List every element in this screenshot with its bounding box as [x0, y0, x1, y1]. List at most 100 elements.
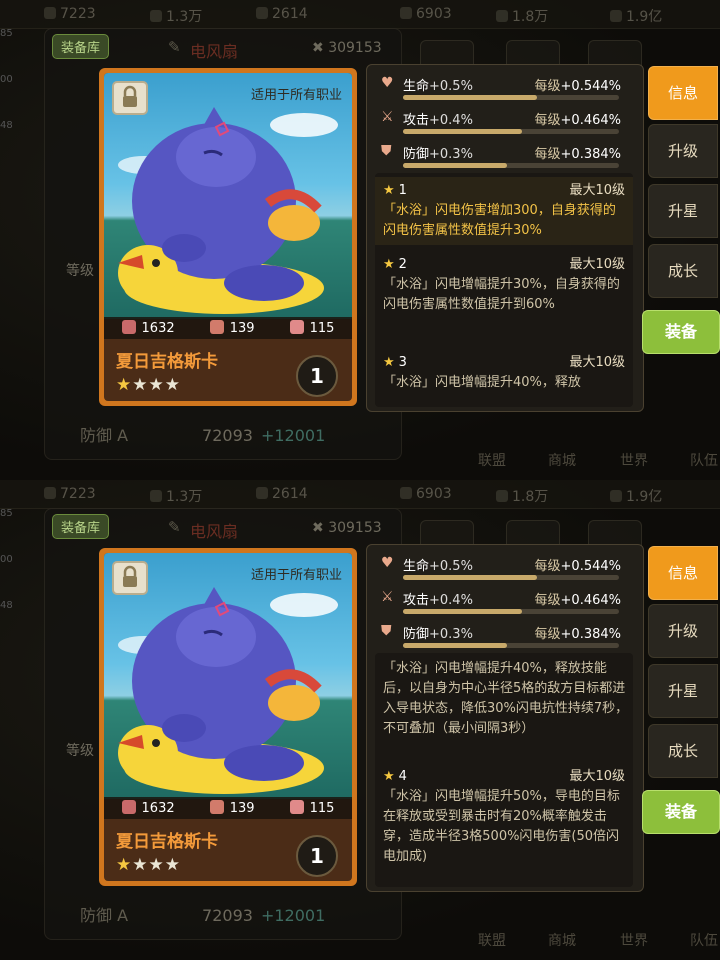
resource-icon: [150, 10, 162, 22]
level-label: 等级: [66, 263, 94, 279]
gem-icon: [256, 487, 268, 499]
defense-label: 防御 A: [80, 426, 129, 445]
resource-3: 2614: [256, 6, 308, 22]
tab-info[interactable]: 信息: [648, 546, 718, 600]
resource-icon: [400, 7, 412, 19]
heart-icon: [121, 320, 136, 334]
tab-upgrade[interactable]: 升级: [648, 604, 718, 658]
hero-card: 适用于所有职业 1632 139 115 夏日吉格斯卡 ★★★★ 1: [99, 68, 357, 406]
level-label: 等级: [66, 743, 94, 759]
bottom-tab[interactable]: 队伍: [690, 450, 718, 470]
heart-icon: ♥: [381, 75, 394, 91]
equipment-library-button[interactable]: 装备库: [52, 514, 110, 539]
card-inner: 适用于所有职业 1632 139 115 夏日吉格斯卡 ★★★★ 1: [104, 553, 352, 881]
stat-name: 生命+0.5%: [403, 555, 473, 574]
resource-bar: 7223 1.3万 2614 6903 1.8万 1.9亿: [0, 480, 720, 509]
tab-info[interactable]: 信息: [648, 66, 718, 120]
bottom-tab[interactable]: 商城: [548, 450, 576, 470]
power-value: ✖ 309153: [312, 40, 382, 56]
lock-icon[interactable]: [112, 81, 148, 115]
resource-value: 1.3万: [166, 489, 203, 505]
stat-value: +0.4%: [429, 593, 473, 608]
resource-1: 7223: [44, 6, 96, 22]
bottom-tab[interactable]: 世界: [620, 450, 648, 470]
stat-name: 攻击+0.4%: [403, 109, 473, 128]
shield-icon: ⛊: [381, 623, 392, 639]
skill-text: 「水浴」闪电增幅提升40%，释放: [383, 375, 581, 390]
side-number: 00: [0, 554, 13, 565]
star-icon: ★: [116, 855, 133, 875]
skill-item: ★ 4 最大10级 「水浴」闪电增幅提升50%，导电的目标在释放或受到暴击时有20%…: [375, 763, 633, 871]
skill-max: 最大10级: [569, 355, 625, 370]
card-atk-value: 139: [229, 801, 255, 816]
tab-star-up[interactable]: 升星: [648, 184, 718, 238]
equip-button[interactable]: 装备: [642, 310, 720, 354]
skill-max: 最大10级: [569, 769, 625, 784]
resource-4: 6903: [400, 486, 452, 502]
skill-max: 最大10级: [569, 257, 625, 272]
skill-star-level: ★ 1: [383, 181, 407, 201]
per-level-label: 每级: [534, 79, 561, 94]
sword-icon: ⚔: [381, 109, 394, 125]
stat-bar: [403, 643, 619, 648]
resource-5: 1.8万: [496, 6, 548, 26]
stat-label: 攻击: [403, 113, 430, 128]
stat-bar: [403, 163, 619, 168]
resource-icon: [150, 490, 162, 502]
stat-per-level: 每级+0.544%: [535, 75, 621, 94]
card-stat-strip: 1632 139 115: [104, 797, 352, 819]
stat-value: +0.5%: [429, 79, 473, 94]
equipment-library-button[interactable]: 装备库: [52, 34, 110, 59]
equip-button[interactable]: 装备: [642, 790, 720, 834]
stat-label: 生命: [403, 559, 430, 574]
card-detail-panel: ♥ 生命+0.5% 每级+0.544% ⚔ 攻击+0.4% 每级+0.464% …: [366, 544, 644, 892]
stat-bar-fill: [403, 609, 522, 614]
card-art: 适用于所有职业: [104, 553, 352, 799]
tab-growth[interactable]: 成长: [648, 724, 718, 778]
stat-value: +0.5%: [429, 559, 473, 574]
power-number: 309153: [328, 520, 382, 536]
star-icon: ★: [383, 769, 395, 784]
stat-per-level: 每级+0.464%: [535, 589, 621, 608]
resource-6: 1.9亿: [610, 486, 662, 506]
defense-label: 防御 A: [80, 906, 129, 925]
lock-icon[interactable]: [112, 561, 148, 595]
bottom-tab[interactable]: 世界: [620, 930, 648, 950]
bottom-tab[interactable]: 商城: [548, 930, 576, 950]
bottom-tab[interactable]: 联盟: [478, 930, 506, 950]
bottom-tab[interactable]: 队伍: [690, 930, 718, 950]
stat-name: 防御+0.3%: [403, 623, 473, 642]
card-hp: 1632: [121, 320, 175, 336]
card-stars: ★★★★: [116, 855, 181, 875]
star-icon: ★★★: [132, 855, 181, 875]
card-def-value: 115: [309, 321, 335, 336]
card-level: 1: [296, 835, 338, 877]
skill-list[interactable]: 「水浴」闪电增幅提升40%，释放技能后，以自身为中心半径5格的敌方目标都进入导电…: [375, 653, 633, 887]
tab-growth[interactable]: 成长: [648, 244, 718, 298]
card-art: 适用于所有职业: [104, 73, 352, 319]
stat-bar-fill: [403, 95, 537, 100]
per-level-label: 每级: [534, 147, 561, 162]
resource-value: 1.8万: [512, 9, 549, 25]
tab-star-up[interactable]: 升星: [648, 664, 718, 718]
card-hp-value: 1632: [141, 321, 175, 336]
bottom-tab[interactable]: 联盟: [478, 450, 506, 470]
card-detail-panel: ♥ 生命+0.5% 每级+0.544% ⚔ 攻击+0.4% 每级+0.464% …: [366, 64, 644, 412]
card-atk: 139: [209, 320, 255, 336]
stat-name: 攻击+0.4%: [403, 589, 473, 608]
power-value: ✖ 309153: [312, 520, 382, 536]
resource-1: 7223: [44, 486, 96, 502]
scope-text: 适用于所有职业: [250, 88, 342, 103]
skill-text-continued: 「水浴」闪电增幅提升40%，释放技能后，以自身为中心半径5格的敌方目标都进入导电…: [383, 661, 629, 736]
resource-value: 1.9亿: [626, 489, 663, 505]
resource-2: 1.3万: [150, 6, 202, 26]
stat-label: 生命: [403, 79, 430, 94]
skill-star-level: ★ 3: [383, 353, 407, 373]
card-stars: ★★★★: [116, 375, 181, 395]
skill-list[interactable]: ★ 1 最大10级 「水浴」闪电伤害增加300，自身获得的闪电伤害属性数值提升30%…: [375, 173, 633, 407]
skill-level: 2: [398, 257, 407, 272]
defense-value: 72093: [202, 906, 253, 925]
stat-bar-fill: [403, 129, 522, 134]
defense-bonus: +12001: [260, 426, 326, 445]
tab-upgrade[interactable]: 升级: [648, 124, 718, 178]
